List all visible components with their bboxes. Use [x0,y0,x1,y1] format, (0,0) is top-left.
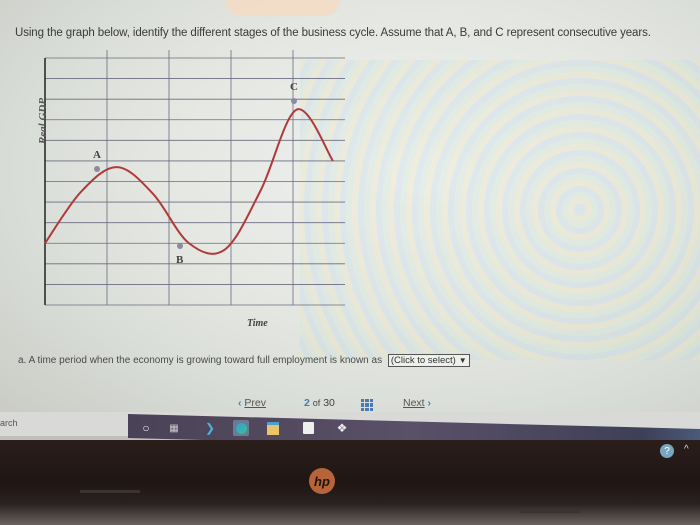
help-icon[interactable]: ? [660,444,674,458]
point-a [94,166,100,172]
bezel-foot [80,490,140,493]
glare [225,0,340,16]
tray-expand-icon[interactable]: ^ [684,444,689,455]
point-label-a: A [93,149,101,161]
y-axis-label: Real GDP [37,97,49,145]
dropdown-value: (Click to select) [390,355,456,366]
screen-moire [300,60,700,360]
dropbox-icon[interactable]: ❖ [334,420,350,436]
file-explorer-icon[interactable] [265,420,281,436]
store-icon[interactable] [300,420,316,436]
prev-button[interactable]: ‹ Prev [238,397,266,409]
hp-logo: hp [309,468,335,494]
business-cycle-chart [44,50,345,306]
point-label-b: B [176,254,184,266]
x-axis-label: Time [247,318,268,329]
next-label: Next [403,397,425,409]
page-indicator: 2 of 30 [304,397,335,409]
point-c [291,98,297,104]
total-pages: 30 [323,397,335,409]
question-grid-icon[interactable] [361,399,373,411]
taskbar-search[interactable]: arch [0,418,18,428]
chevron-left-icon: ‹ [238,397,242,409]
edge-icon[interactable] [233,420,249,436]
next-button[interactable]: Next › [403,397,431,409]
of-label: of [312,398,321,408]
laptop-bezel [0,440,700,525]
prev-label: Prev [244,397,267,409]
chevron-right-icon: › [427,397,432,409]
chevron-down-icon: ▼ [458,356,467,365]
current-page: 2 [304,397,310,409]
question-a: a. A time period when the economy is gro… [18,354,470,367]
point-b [177,243,183,249]
cortana-icon[interactable]: ○ [138,420,154,436]
task-view-icon[interactable]: ▦ [166,420,182,436]
answer-dropdown[interactable]: (Click to select) ▼ [387,354,470,367]
question-text: Using the graph below, identify the diff… [15,27,651,39]
app-icon[interactable]: ❯ [202,420,218,436]
question-a-text: a. A time period when the economy is gro… [18,355,383,366]
bezel-foot [520,510,580,513]
point-label-c: C [290,81,298,93]
